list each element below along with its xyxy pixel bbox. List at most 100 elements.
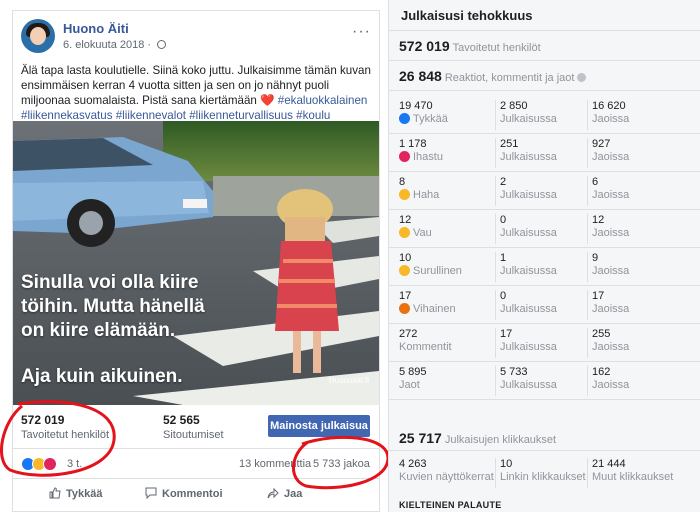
more-options-button[interactable]: ··· — [352, 23, 371, 41]
on-post-label: Julkaisussa — [500, 189, 557, 201]
sad-label: Surullinen — [413, 265, 462, 277]
photo-illustration — [13, 121, 379, 405]
image-caption-line: töihin. Mutta hänellä — [21, 296, 205, 317]
engagement-label: Sitoutumiset — [163, 429, 224, 441]
on-shares-label: Jaoissa — [592, 341, 630, 353]
other-clicks-label: Muut klikkaukset — [592, 471, 674, 483]
heart-emoji: ❤️ — [260, 94, 275, 107]
insights-clicks-value: 25 717 — [399, 430, 442, 446]
angry-on-post: 0 — [500, 290, 507, 302]
haha-icon — [399, 189, 410, 200]
post-date-text[interactable]: 6. elokuuta 2018 · — [63, 39, 154, 51]
angry-total: 17 — [399, 290, 412, 302]
comments-label: Kommentit — [399, 341, 452, 353]
globe-icon — [157, 40, 167, 49]
clicks-breakdown: 4 263 Kuvien näyttökerrat 10 Linkin klikka… — [389, 454, 700, 494]
share-button-label: Jaa — [284, 488, 303, 500]
like-icon — [399, 113, 410, 124]
breakdown-row-sad: 10 Surullinen 1 Julkaisussa 9 Jaoissa — [389, 248, 700, 286]
breakdown-row-haha: 8 Haha 2 Julkaisussa 6 Jaoissa — [389, 172, 700, 210]
share-arrow-icon — [267, 487, 279, 499]
love-on-shares: 927 — [592, 138, 611, 150]
on-shares-label: Jaoissa — [592, 151, 630, 163]
breakdown-row-wow: 12 Vau 0 Julkaisussa 12 Jaoissa — [389, 210, 700, 248]
shares-on-shares: 162 — [592, 366, 611, 378]
breakdown-row-like: 19 470 Tykkää 2 850 Julkaisussa 16 620 Jaoi… — [389, 96, 700, 134]
love-reaction-icon — [43, 457, 57, 471]
shares-on-post: 5 733 — [500, 366, 528, 378]
avatar[interactable] — [21, 19, 55, 53]
shares-label: Jaot — [399, 379, 420, 391]
post-photo[interactable]: Sinulla voi olla kiire töihin. Mutta hän… — [13, 121, 379, 405]
breakdown-row-angry: 17 Vihainen 0 Julkaisussa 17 Jaoissa — [389, 286, 700, 324]
love-total: 1 178 — [399, 138, 427, 150]
comment-button-label: Kommentoi — [162, 488, 223, 500]
comments-total: 272 — [399, 328, 418, 340]
like-total: 19 470 — [399, 100, 433, 112]
comments-count[interactable]: 13 kommenttia — [239, 458, 311, 470]
link-clicks-value: 10 — [500, 458, 513, 470]
breakdown-row-shares: 5 895 Jaot 5 733 Julkaisussa 162 Jaoissa — [389, 362, 700, 400]
image-watermark: Huonoäiti.fi — [328, 376, 369, 385]
shares-total: 5 895 — [399, 366, 427, 378]
wow-icon — [399, 227, 410, 238]
haha-total: 8 — [399, 176, 406, 188]
on-shares-label: Jaoissa — [592, 303, 630, 315]
on-post-label: Julkaisussa — [500, 227, 557, 239]
angry-label: Vihainen — [413, 303, 456, 315]
insights-engagement-value: 26 848 — [399, 68, 442, 84]
on-shares-label: Jaoissa — [592, 265, 630, 277]
post-text: Älä tapa lasta koulutielle. Siinä koko j… — [21, 63, 377, 123]
insights-title: Julkaisusi tehokkuus — [401, 8, 533, 23]
thumbs-up-icon — [49, 487, 61, 499]
on-shares-label: Jaoissa — [592, 189, 630, 201]
like-on-post: 2 850 — [500, 100, 528, 112]
post-actions: Tykkää Kommentoi Jaa — [13, 481, 379, 511]
love-label: Ihastu — [413, 151, 443, 163]
angry-on-shares: 17 — [592, 290, 605, 302]
like-button[interactable]: Tykkää — [49, 487, 103, 500]
wow-label: Vau — [413, 227, 432, 239]
post-author[interactable]: Huono Äiti — [63, 21, 129, 36]
reaction-icons[interactable] — [21, 457, 57, 471]
comment-button[interactable]: Kommentoi — [145, 487, 223, 500]
speech-bubble-icon — [145, 487, 157, 499]
photo-views-value: 4 263 — [399, 458, 427, 470]
angry-icon — [399, 303, 410, 314]
image-caption-line: Sinulla voi olla kiire — [21, 272, 199, 293]
promote-post-button[interactable]: Mainosta julkaisua — [268, 415, 370, 437]
engagement-value: 52 565 — [163, 413, 200, 427]
insights-clicks-label: Julkaisujen klikkaukset — [444, 434, 557, 446]
breakdown-row-comments: 272 Kommentit 17 Julkaisussa 255 Jaoissa — [389, 324, 700, 362]
sad-on-shares: 9 — [592, 252, 599, 264]
like-button-label: Tykkää — [66, 488, 103, 500]
post-date[interactable]: 6. elokuuta 2018 · — [63, 39, 167, 51]
insights-panel: Julkaisusi tehokkuus 572 019 Tavoitetut h… — [388, 0, 700, 512]
reach-value: 572 019 — [21, 413, 65, 427]
insights-reach: 572 019 Tavoitetut henkilöt — [399, 38, 541, 54]
facebook-post: Huono Äiti 6. elokuuta 2018 · ··· Älä ta… — [12, 10, 380, 512]
info-icon[interactable] — [577, 73, 587, 82]
insights-clicks: 25 717 Julkaisujen klikkaukset — [399, 430, 556, 446]
wow-on-post: 0 — [500, 214, 507, 226]
wow-on-shares: 12 — [592, 214, 605, 226]
haha-on-shares: 6 — [592, 176, 599, 188]
link-clicks-label: Linkin klikkaukset — [500, 471, 586, 483]
divider — [389, 450, 700, 451]
insights-engagement-label: Reaktiot, kommentit ja jaot — [444, 72, 575, 84]
haha-label: Haha — [413, 189, 440, 201]
sad-icon — [399, 265, 410, 276]
on-shares-label: Jaoissa — [592, 113, 630, 125]
insights-reach-label: Tavoitetut henkilöt — [452, 42, 541, 54]
reactions-count[interactable]: 3 t. — [67, 458, 82, 470]
sad-total: 10 — [399, 252, 412, 264]
negative-feedback-heading: KIELTEINEN PALAUTE — [399, 500, 502, 510]
divider — [389, 60, 700, 61]
breakdown-row-love: 1 178 Ihastu 251 Julkaisussa 927 Jaoissa — [389, 134, 700, 172]
share-button[interactable]: Jaa — [267, 487, 302, 500]
title-divider — [389, 30, 700, 31]
like-label: Tykkää — [413, 113, 448, 125]
shares-count[interactable]: 5 733 jakoa — [313, 458, 370, 470]
on-post-label: Julkaisussa — [500, 379, 557, 391]
on-post-label: Julkaisussa — [500, 113, 557, 125]
